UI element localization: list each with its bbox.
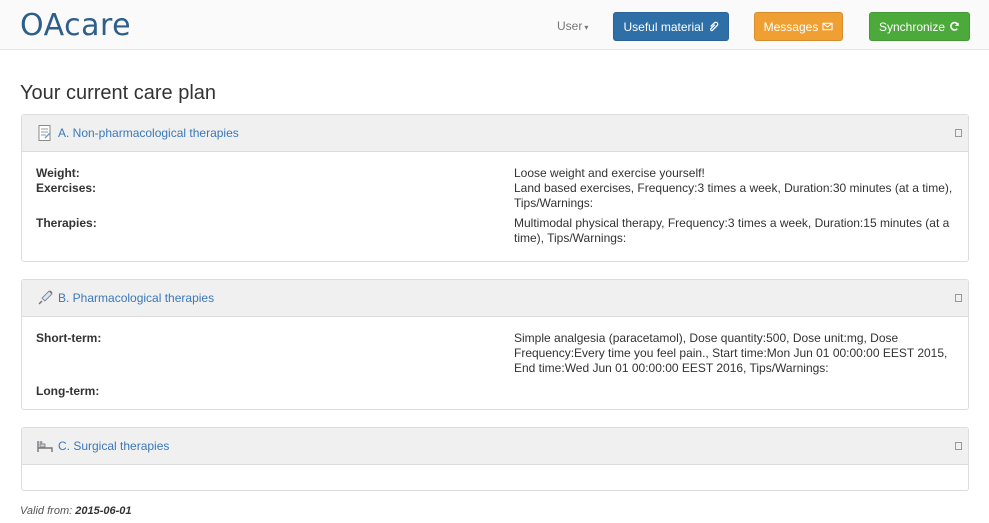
top-navbar: OAcare User ▾ Useful material Messages Sy… [0, 0, 989, 50]
panel-pharmacological: B. Pharmacological therapies Short-term:… [21, 279, 969, 410]
useful-material-label: Useful material [623, 19, 704, 34]
valid-from-date: 2015-06-01 [75, 505, 132, 517]
panel-body-a: Weight: Loose weight and exercise yourse… [22, 152, 968, 262]
valid-from: Valid from: 2015-06-01 [20, 505, 132, 517]
panel-title-b: B. Pharmacological therapies [58, 291, 215, 305]
label-short-term: Short-term: [36, 331, 102, 345]
brand-logo[interactable]: OAcare [20, 8, 131, 43]
document-icon [38, 125, 51, 141]
synchronize-button[interactable]: Synchronize [869, 12, 970, 41]
messages-label: Messages [763, 19, 819, 34]
caret-down-icon: ▾ [584, 23, 589, 32]
value-exercises: Land based exercises, Frequency:3 times … [514, 181, 953, 210]
panel-body-b: Short-term: Simple analgesia (paracetamo… [22, 317, 968, 410]
value-therapies: Multimodal physical therapy, Frequency:3… [514, 216, 950, 245]
value-short-term: Simple analgesia (paracetamol), Dose qua… [514, 331, 948, 375]
messages-button[interactable]: Messages [754, 12, 843, 41]
collapse-icon[interactable] [955, 294, 962, 302]
synchronize-label: Synchronize [878, 19, 946, 34]
collapse-icon[interactable] [955, 442, 962, 450]
envelope-icon [822, 22, 833, 31]
paperclip-icon [709, 21, 718, 32]
panel-title-c: C. Surgical therapies [58, 439, 170, 453]
page-title: Your current care plan [20, 82, 217, 104]
panel-non-pharmacological: A. Non-pharmacological therapies Weight:… [21, 114, 969, 262]
useful-material-button[interactable]: Useful material [613, 12, 729, 41]
refresh-icon [950, 21, 959, 31]
label-exercises: Exercises: [36, 181, 97, 195]
hospital-bed-icon [37, 441, 53, 452]
syringe-icon [38, 290, 53, 305]
collapse-icon[interactable] [955, 129, 962, 137]
panel-heading-c[interactable]: C. Surgical therapies [22, 428, 968, 465]
label-therapies: Therapies: [36, 216, 97, 230]
panel-heading-a[interactable]: A. Non-pharmacological therapies [22, 115, 968, 152]
panel-surgical: C. Surgical therapies [21, 427, 969, 491]
valid-from-label: Valid from: [20, 505, 73, 517]
panel-title-a: A. Non-pharmacological therapies [58, 126, 239, 140]
label-long-term: Long-term: [36, 384, 100, 398]
label-weight: Weight: [36, 166, 80, 180]
user-menu-label: User [557, 19, 583, 33]
user-menu[interactable]: User ▾ [557, 19, 588, 33]
panel-heading-b[interactable]: B. Pharmacological therapies [22, 280, 968, 317]
value-weight: Loose weight and exercise yourself! [514, 166, 705, 180]
